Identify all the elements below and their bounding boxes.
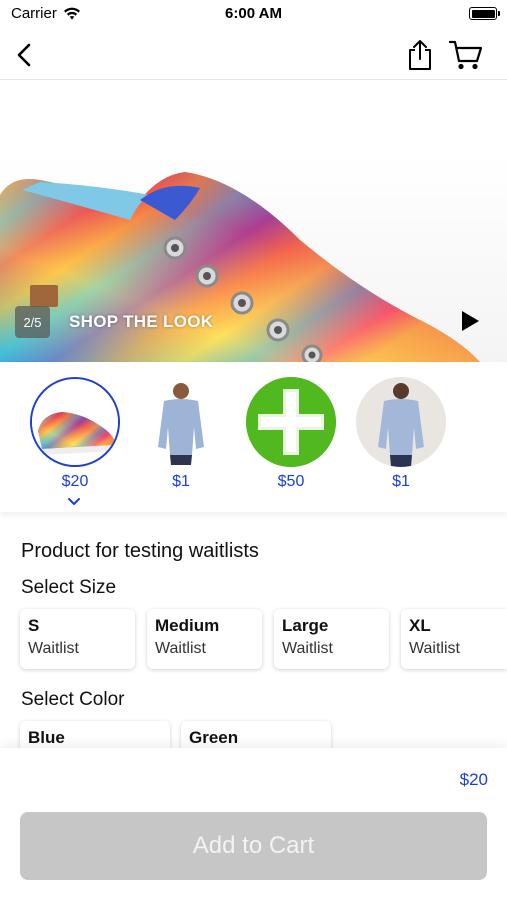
status-bar: Carrier 6:00 AM bbox=[0, 0, 507, 30]
image-counter: 2/5 bbox=[15, 306, 50, 338]
thumbnail-price: $1 bbox=[172, 473, 190, 490]
size-option-status: Waitlist bbox=[28, 640, 79, 657]
look-thumbnails: $20 $1 $50 $1 bbox=[0, 362, 507, 512]
size-option-status: Waitlist bbox=[282, 640, 333, 657]
thumbnail-price: $1 bbox=[392, 473, 410, 490]
cart-icon bbox=[448, 40, 483, 70]
cart-button[interactable] bbox=[446, 35, 486, 75]
thumbnail-price: $50 bbox=[277, 473, 305, 490]
select-size-label: Select Size bbox=[21, 577, 117, 598]
green-plus-thumbnail-image bbox=[246, 377, 336, 467]
size-option-name: XL bbox=[409, 616, 431, 635]
size-option[interactable]: S Waitlist bbox=[20, 609, 135, 669]
checkout-footer: $20 Add to Cart bbox=[0, 748, 507, 900]
shirt-thumbnail-image bbox=[136, 377, 226, 467]
battery-icon bbox=[469, 7, 500, 20]
share-button[interactable] bbox=[400, 35, 440, 75]
thumbnail-item[interactable]: $1 bbox=[136, 377, 226, 491]
chevron-down-icon bbox=[68, 498, 80, 506]
color-option-name: Green bbox=[189, 728, 239, 747]
size-option-name: Medium bbox=[155, 616, 220, 635]
size-option-name: Large bbox=[282, 616, 329, 635]
select-color-label: Select Color bbox=[21, 689, 125, 710]
clock: 6:00 AM bbox=[225, 5, 282, 22]
back-chevron-icon bbox=[17, 43, 31, 67]
thumbnail-item[interactable]: $20 bbox=[30, 377, 120, 491]
shirt-thumbnail-image bbox=[356, 377, 446, 467]
size-option-name: S bbox=[28, 616, 40, 635]
sneaker-thumbnail-image bbox=[30, 377, 120, 467]
size-option-status: Waitlist bbox=[409, 640, 460, 657]
thumbnail-item[interactable]: $50 bbox=[246, 377, 336, 491]
thumbnail-price: $20 bbox=[61, 473, 89, 490]
thumbnail-item[interactable]: $1 bbox=[356, 377, 446, 491]
back-button[interactable] bbox=[4, 35, 44, 75]
size-option[interactable]: Large Waitlist bbox=[274, 609, 389, 669]
shop-the-look-caption[interactable]: SHOP THE LOOK bbox=[69, 312, 213, 332]
share-icon bbox=[409, 40, 431, 70]
add-to-cart-button[interactable]: Add to Cart bbox=[20, 812, 487, 880]
nav-bar bbox=[0, 30, 507, 80]
play-icon[interactable] bbox=[456, 308, 482, 334]
total-price: $20 bbox=[459, 770, 488, 789]
size-option-status: Waitlist bbox=[155, 640, 206, 657]
size-option[interactable]: XL Waitlist bbox=[401, 609, 507, 669]
color-option-name: Blue bbox=[28, 728, 65, 747]
size-option[interactable]: Medium Waitlist bbox=[147, 609, 262, 669]
product-title: Product for testing waitlists bbox=[21, 540, 259, 562]
product-hero-image[interactable]: 2/5 SHOP THE LOOK bbox=[0, 80, 507, 362]
